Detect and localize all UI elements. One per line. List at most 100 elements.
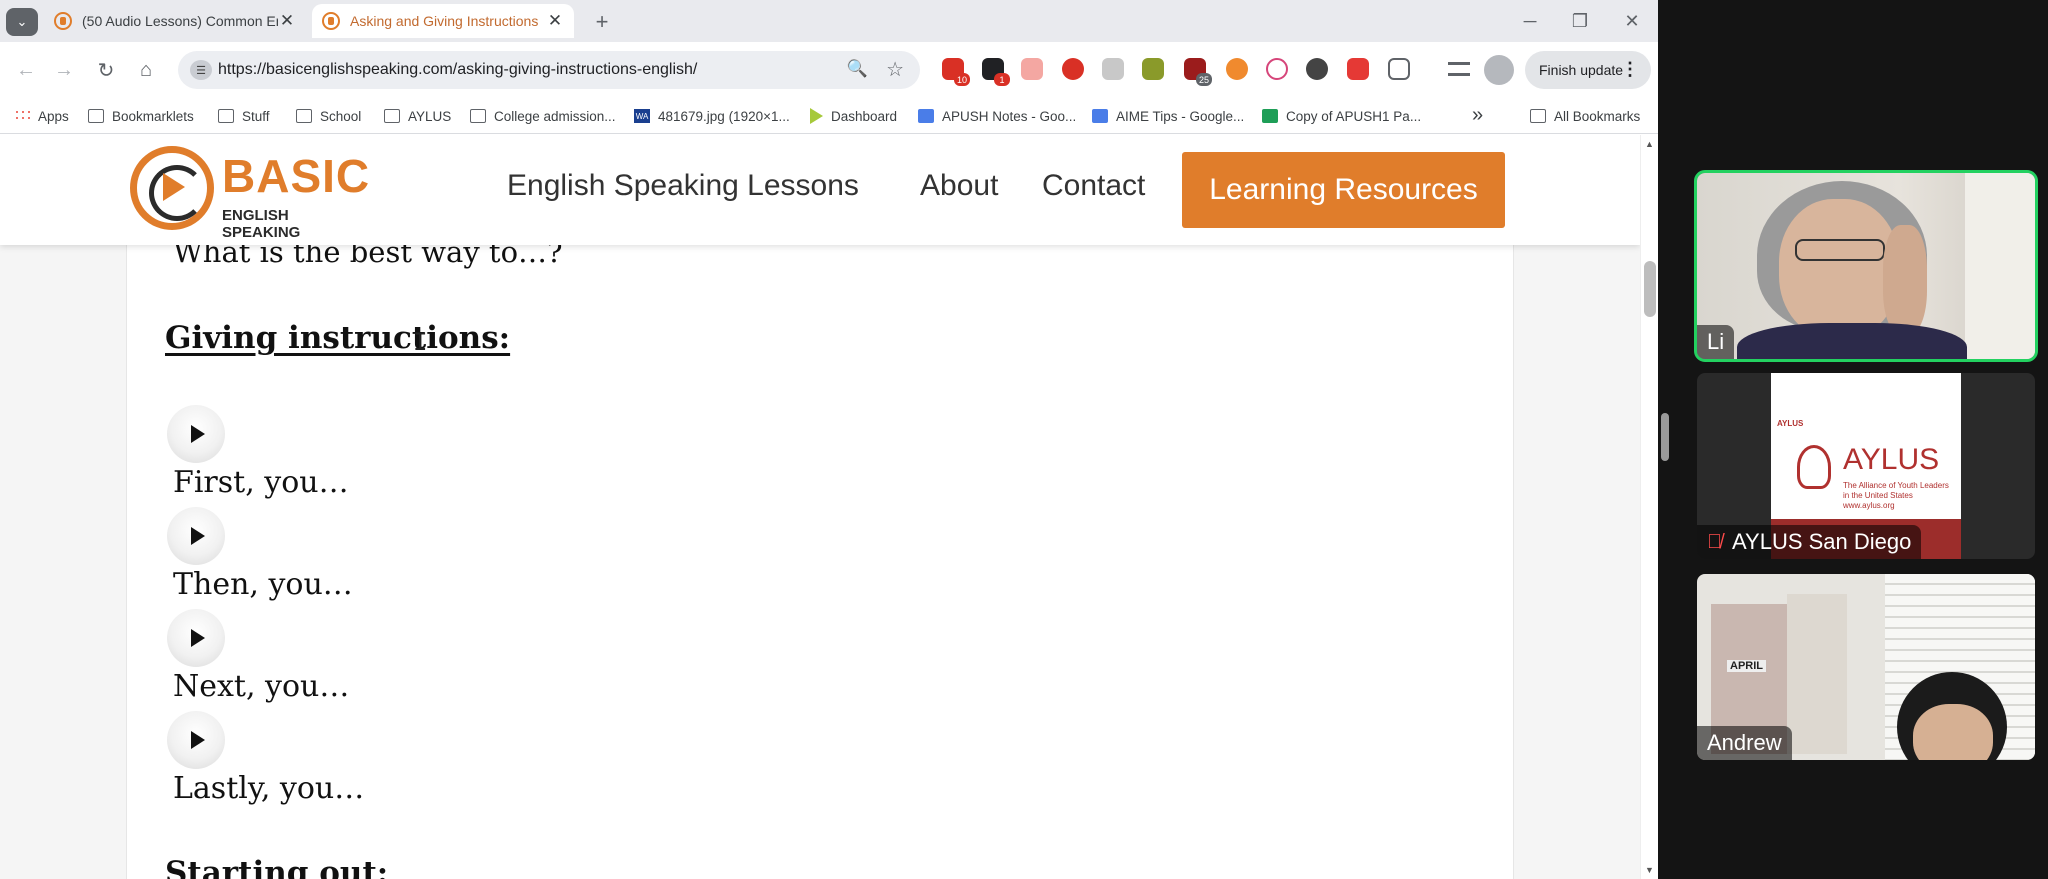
extension-icon[interactable] <box>1062 58 1084 80</box>
bookmark-aime-tips[interactable]: AIME Tips - Google... <box>1092 98 1244 134</box>
audio-play-button[interactable] <box>167 507 225 565</box>
bookmark-label: Dashboard <box>831 108 898 124</box>
close-tab-icon[interactable]: ✕ <box>278 11 296 31</box>
folder-icon <box>218 109 234 123</box>
restore-icon: ❐ <box>1571 10 1589 31</box>
slide-small-label: AYLUS <box>1777 419 1804 428</box>
url-text[interactable]: https://basicenglishspeaking.com/asking-… <box>218 61 697 79</box>
extension-icon[interactable] <box>1021 58 1043 80</box>
finish-update-button[interactable]: Finish update ⋮ <box>1525 51 1651 89</box>
extension-icon[interactable] <box>1347 58 1369 80</box>
participant-tile-aylus[interactable]: AYLUS AYLUS The Alliance of Youth Leader… <box>1697 373 2035 559</box>
bookmark-folder-aylus[interactable]: AYLUS <box>384 98 451 134</box>
bookmark-folder-college[interactable]: College admission... <box>470 98 616 134</box>
site-info-icon[interactable]: ☰ <box>190 60 212 80</box>
extension-icon[interactable] <box>1102 58 1124 80</box>
video-feed-background <box>1965 173 2035 359</box>
nav-english-speaking-lessons[interactable]: English Speaking Lessons <box>507 169 859 203</box>
participant-video <box>1779 199 1899 339</box>
extension-icon[interactable]: 1 <box>982 58 1010 86</box>
arrow-right-icon: → <box>54 58 74 81</box>
audio-play-button[interactable] <box>167 609 225 667</box>
profile-avatar[interactable] <box>1484 55 1514 85</box>
play-extension-icon[interactable] <box>1266 58 1288 80</box>
participant-tile-li[interactable]: Li <box>1694 170 2038 362</box>
back-button[interactable]: ← <box>10 54 42 86</box>
minimize-button[interactable]: ─ <box>1508 6 1552 36</box>
mic-muted-icon: 🎙̸ <box>1707 530 1722 553</box>
reload-button[interactable]: ↻ <box>90 54 122 86</box>
close-tab-icon[interactable]: ✕ <box>546 11 564 31</box>
folder-icon <box>88 109 104 123</box>
bookmark-label: College admission... <box>494 108 616 124</box>
bookmark-apps[interactable]: Apps <box>14 98 69 134</box>
panda-extension-icon[interactable] <box>1306 58 1328 80</box>
apps-icon <box>14 109 30 123</box>
bookmark-apush-notes[interactable]: APUSH Notes - Goo... <box>918 98 1076 134</box>
scroll-down-icon[interactable]: ▼ <box>1645 865 1654 875</box>
folder-icon <box>470 109 486 123</box>
tab-title: Asking and Giving Instructions <box>350 13 539 29</box>
address-bar[interactable]: ☰ https://basicenglishspeaking.com/askin… <box>178 51 920 89</box>
phrase-text: Next, you… <box>173 669 350 704</box>
bookmark-star-icon[interactable]: ☆ <box>886 57 904 82</box>
logo-play-icon <box>130 146 214 230</box>
slide-tagline-text: The Alliance of Youth Leaders in the Uni… <box>1843 481 1949 500</box>
mail-extension-icon[interactable]: 10 <box>942 58 970 86</box>
tab-strip: ⌄ (50 Audio Lessons) Common En ✕ Asking … <box>0 0 1658 42</box>
wall-poster <box>1787 594 1847 754</box>
close-icon: ✕ <box>1624 10 1640 31</box>
panel-scrollbar[interactable] <box>1661 413 1669 461</box>
audio-play-button[interactable] <box>167 405 225 463</box>
next-section-heading: Starting out: <box>165 855 389 879</box>
close-window-button[interactable]: ✕ <box>1610 6 1654 36</box>
learning-resources-button[interactable]: Learning Resources <box>1182 152 1505 228</box>
image-icon: WA <box>634 109 650 123</box>
audio-play-button[interactable] <box>167 711 225 769</box>
bookmark-dashboard[interactable]: Dashboard <box>810 98 897 134</box>
bookmark-image[interactable]: WA 481679.jpg (1920×1... <box>634 98 790 134</box>
scroll-up-icon[interactable]: ▲ <box>1645 139 1654 149</box>
puzzle-icon[interactable] <box>1388 58 1410 80</box>
bookmark-folder-stuff[interactable]: Stuff <box>218 98 270 134</box>
bookmark-label: Copy of APUSH1 Pa... <box>1286 108 1422 124</box>
chevron-down-icon: ⌄ <box>16 14 28 29</box>
bookmark-folder-school[interactable]: School <box>296 98 361 134</box>
docs-icon <box>1092 109 1108 123</box>
page-scrollbar[interactable]: ▲ ▼ <box>1640 135 1658 879</box>
home-button[interactable]: ⌂ <box>130 54 162 86</box>
extension-icon[interactable]: 25 <box>1184 58 1212 86</box>
restore-button[interactable]: ❐ <box>1558 6 1602 36</box>
participant-video <box>1883 225 1927 335</box>
folder-icon <box>1530 109 1546 123</box>
all-bookmarks[interactable]: All Bookmarks <box>1530 98 1640 134</box>
more-bookmarks-icon[interactable]: » <box>1472 104 1483 127</box>
tab-audio-lessons[interactable]: (50 Audio Lessons) Common En ✕ <box>44 4 306 38</box>
bookmark-folder-bookmarklets[interactable]: Bookmarklets <box>88 98 194 134</box>
bookmark-label: All Bookmarks <box>1554 108 1641 124</box>
participant-name-text: Li <box>1707 329 1725 354</box>
scrollbar-thumb[interactable] <box>1644 261 1656 317</box>
site-logo[interactable]: BASIC ENGLISH SPEAKING <box>130 143 370 241</box>
extension-icon[interactable] <box>1142 58 1164 80</box>
new-tab-button[interactable]: + <box>588 8 616 36</box>
site-header: BASIC ENGLISH SPEAKING English Speaking … <box>0 135 1640 245</box>
extension-icon[interactable] <box>1226 58 1248 80</box>
bookmark-apush-copy[interactable]: Copy of APUSH1 Pa... <box>1262 98 1421 134</box>
mail-badge: 10 <box>954 73 970 86</box>
nav-about[interactable]: About <box>920 169 998 203</box>
participant-tile-andrew[interactable]: APRIL Andrew <box>1697 574 2035 760</box>
sheets-icon <box>1262 109 1278 123</box>
reading-list-icon[interactable] <box>1448 62 1470 76</box>
forward-button[interactable]: → <box>48 54 80 86</box>
bookmark-label: AYLUS <box>408 108 452 124</box>
tab-search-button[interactable]: ⌄ <box>6 8 38 36</box>
home-icon: ⌂ <box>139 58 153 81</box>
zoom-icon[interactable]: 🔍 <box>847 59 868 79</box>
browser-toolbar: ← → ↻ ⌂ ☰ https://basicenglishspeaking.c… <box>0 42 1658 98</box>
plus-icon: + <box>595 9 609 34</box>
extension-badge: 25 <box>1196 73 1212 86</box>
docs-icon <box>918 109 934 123</box>
nav-contact[interactable]: Contact <box>1042 169 1145 203</box>
tab-instructions[interactable]: Asking and Giving Instructions ✕ <box>312 4 574 38</box>
